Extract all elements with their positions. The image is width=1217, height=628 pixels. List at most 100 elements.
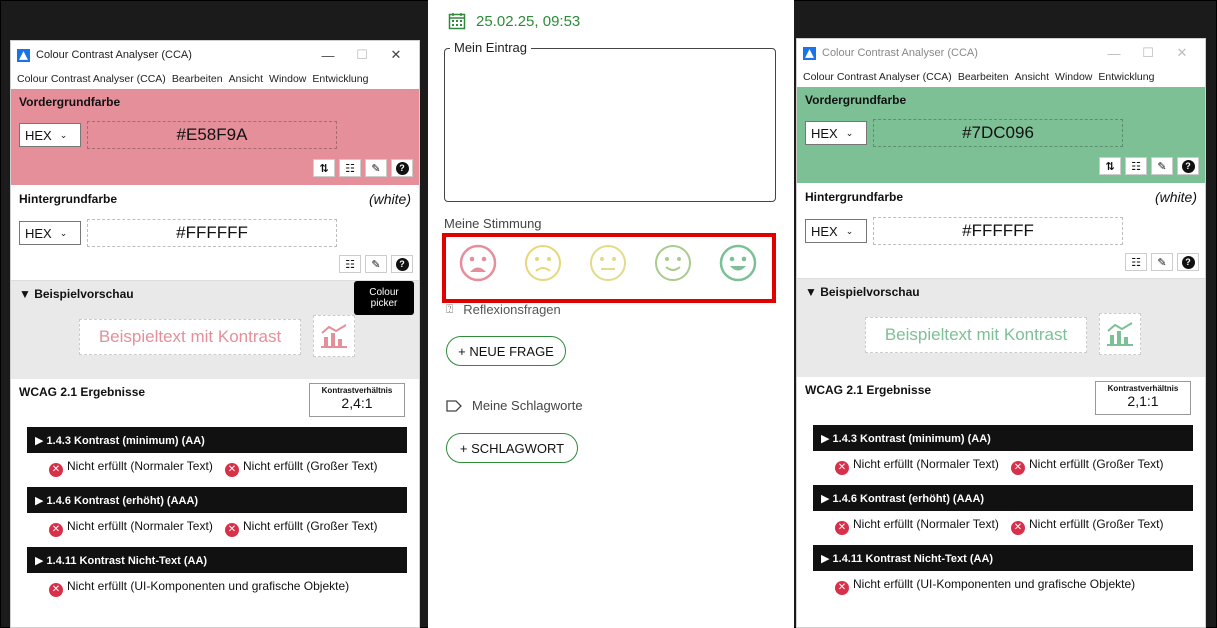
eyedropper-icon[interactable]: ✎ xyxy=(1151,157,1173,175)
result-ui-components: Nicht erfüllt (UI-Komponenten und grafis… xyxy=(853,577,1136,591)
background-tools: ☷ ✎ ? xyxy=(339,255,413,273)
contrast-ratio-label: Kontrastverhältnis xyxy=(1107,384,1179,393)
add-tag-button[interactable]: + SCHLAGWORT xyxy=(446,433,578,463)
help-icon[interactable]: ? xyxy=(1177,157,1199,175)
foreground-hex-input[interactable]: #E58F9A xyxy=(87,121,337,149)
criterion-1-4-11[interactable]: ▶ 1.4.11 Kontrast Nicht-Text (AA) xyxy=(27,547,407,573)
journal-app: 25.02.25, 09:53 Mein Eintrag Meine Stimm… xyxy=(428,0,794,628)
swap-colors-icon[interactable]: ⇅ xyxy=(1099,157,1121,175)
minimize-button[interactable]: — xyxy=(311,48,345,63)
result-large-text: Nicht erfüllt (Großer Text) xyxy=(243,459,378,473)
menu-window[interactable]: Window xyxy=(269,73,306,85)
menu-edit[interactable]: Bearbeiten xyxy=(172,73,223,85)
help-icon[interactable]: ? xyxy=(391,159,413,177)
help-icon[interactable]: ? xyxy=(391,255,413,273)
result-large-text: Nicht erfüllt (Großer Text) xyxy=(243,519,378,533)
mood-very-sad-icon[interactable] xyxy=(458,243,498,283)
maximize-button[interactable]: ☐ xyxy=(345,47,379,63)
chevron-down-icon: ⌄ xyxy=(845,127,854,138)
help-icon[interactable]: ? xyxy=(1177,253,1199,271)
datetime-text: 25.02.25, 09:53 xyxy=(476,12,581,30)
mood-sad-icon[interactable] xyxy=(523,243,563,283)
sliders-icon[interactable]: ☷ xyxy=(339,159,361,177)
result-large-text: Nicht erfüllt (Großer Text) xyxy=(1029,457,1164,471)
fail-icon: ✕ xyxy=(1011,461,1025,475)
background-format-select[interactable]: HEX ⌄ xyxy=(805,219,867,243)
entry-label: Mein Eintrag xyxy=(450,40,531,55)
menu-app[interactable]: Colour Contrast Analyser (CCA) xyxy=(803,71,952,83)
eyedropper-icon[interactable]: ✎ xyxy=(365,255,387,273)
mood-very-happy-icon[interactable] xyxy=(718,243,758,283)
tooltip-line-2: picker xyxy=(370,298,398,309)
menu-bar: Colour Contrast Analyser (CCA) Bearbeite… xyxy=(11,69,419,89)
preview-section: ▼ Beispielvorschau Beispieltext mit Kont… xyxy=(797,279,1205,377)
fail-icon: ✕ xyxy=(1011,521,1025,535)
background-color-name: (white) xyxy=(368,191,411,207)
sliders-icon[interactable]: ☷ xyxy=(339,255,361,273)
menu-edit[interactable]: Bearbeiten xyxy=(958,71,1009,83)
contrast-ratio-value: 2,1:1 xyxy=(1127,393,1159,409)
preview-title[interactable]: ▼ Beispielvorschau xyxy=(805,285,1197,299)
tags-label: Meine Schlagworte xyxy=(472,398,583,413)
background-hex-input[interactable]: #FFFFFF xyxy=(87,219,337,247)
criterion-1-4-6[interactable]: ▶ 1.4.6 Kontrast (erhöht) (AAA) xyxy=(813,485,1193,511)
preview-sample-text: Beispieltext mit Kontrast xyxy=(865,317,1087,353)
tags-section: Meine Schlagworte xyxy=(446,398,583,413)
cca-app-icon xyxy=(803,46,816,60)
contrast-ratio-box: Kontrastverhältnis 2,4:1 xyxy=(309,383,405,417)
chevron-down-icon: ⌄ xyxy=(845,225,854,236)
result-normal-text: Nicht erfüllt (Normaler Text) xyxy=(853,457,999,471)
cca-app-icon xyxy=(17,48,30,62)
criterion-1-4-6-results: ✕ Nicht erfüllt (Normaler Text) ✕ Nicht er… xyxy=(805,511,1197,535)
background-hex-input[interactable]: #FFFFFF xyxy=(873,217,1123,245)
mood-neutral-icon[interactable] xyxy=(588,243,628,283)
question-icon: ⍰ xyxy=(446,302,454,316)
new-question-button[interactable]: + NEUE FRAGE xyxy=(446,336,566,366)
chevron-down-icon: ⌄ xyxy=(59,129,68,140)
menu-view[interactable]: Ansicht xyxy=(229,73,263,85)
criterion-1-4-3[interactable]: ▶ 1.4.3 Kontrast (minimum) (AA) xyxy=(813,425,1193,451)
criterion-1-4-6[interactable]: ▶ 1.4.6 Kontrast (erhöht) (AAA) xyxy=(27,487,407,513)
menu-view[interactable]: Ansicht xyxy=(1015,71,1049,83)
close-button[interactable]: ✕ xyxy=(1165,45,1199,61)
title-bar: Colour Contrast Analyser (CCA) — ☐ ✕ xyxy=(797,39,1205,67)
foreground-hex-input[interactable]: #7DC096 xyxy=(873,119,1123,147)
criterion-1-4-11[interactable]: ▶ 1.4.11 Kontrast Nicht-Text (AA) xyxy=(813,545,1193,571)
mood-happy-icon[interactable] xyxy=(653,243,693,283)
background-title: Hintergrundfarbe xyxy=(19,192,118,206)
result-normal-text: Nicht erfüllt (Normaler Text) xyxy=(853,517,999,531)
entry-textarea[interactable] xyxy=(444,48,776,202)
maximize-button[interactable]: ☐ xyxy=(1131,45,1165,61)
format-value: HEX xyxy=(811,125,838,141)
foreground-format-select[interactable]: HEX ⌄ xyxy=(19,123,81,147)
tooltip-line-1: Colour xyxy=(369,287,399,298)
fail-icon: ✕ xyxy=(835,581,849,595)
background-section: Hintergrundfarbe (white) HEX ⌄ #FFFFFF ☷… xyxy=(11,185,419,281)
fail-icon: ✕ xyxy=(835,521,849,535)
sliders-icon[interactable]: ☷ xyxy=(1125,157,1147,175)
background-format-select[interactable]: HEX ⌄ xyxy=(19,221,81,245)
menu-develop[interactable]: Entwicklung xyxy=(312,73,368,85)
foreground-format-select[interactable]: HEX ⌄ xyxy=(805,121,867,145)
chart-preview-icon xyxy=(313,315,355,357)
close-button[interactable]: ✕ xyxy=(379,47,413,63)
preview-title[interactable]: ▼ Beispielvorschau xyxy=(19,287,411,301)
menu-window[interactable]: Window xyxy=(1055,71,1092,83)
swap-colors-icon[interactable]: ⇅ xyxy=(313,159,335,177)
minimize-button[interactable]: — xyxy=(1097,46,1131,61)
sliders-icon[interactable]: ☷ xyxy=(1125,253,1147,271)
menu-develop[interactable]: Entwicklung xyxy=(1098,71,1154,83)
foreground-tools: ⇅ ☷ ✎ ? xyxy=(1099,157,1199,175)
criterion-1-4-11-results: ✕ Nicht erfüllt (UI-Komponenten und grafi… xyxy=(19,573,411,597)
eyedropper-icon[interactable]: ✎ xyxy=(1151,253,1173,271)
fail-icon: ✕ xyxy=(225,523,239,537)
menu-app[interactable]: Colour Contrast Analyser (CCA) xyxy=(17,73,166,85)
preview-sample-text: Beispieltext mit Kontrast xyxy=(79,319,301,355)
eyedropper-icon[interactable]: ✎ xyxy=(365,159,387,177)
results-section: WCAG 2.1 Ergebnisse Kontrastverhältnis 2… xyxy=(797,377,1205,601)
background-title: Hintergrundfarbe xyxy=(805,190,904,204)
entry-datetime[interactable]: 25.02.25, 09:53 xyxy=(448,12,580,30)
foreground-title: Vordergrundfarbe xyxy=(19,95,121,109)
criterion-1-4-3[interactable]: ▶ 1.4.3 Kontrast (minimum) (AA) xyxy=(27,427,407,453)
contrast-ratio-box: Kontrastverhältnis 2,1:1 xyxy=(1095,381,1191,415)
